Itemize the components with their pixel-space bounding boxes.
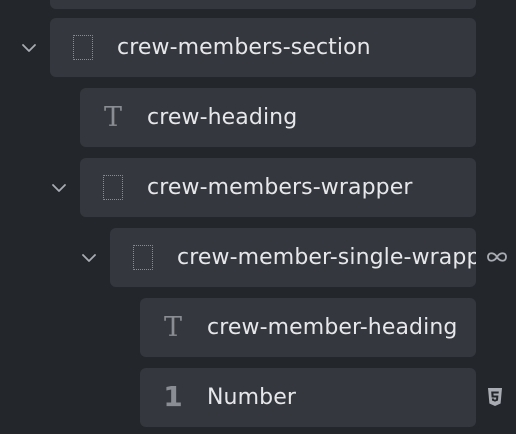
tree-item-label: crew-members-wrapper: [147, 175, 413, 200]
chevron-down-icon[interactable]: [80, 249, 98, 267]
tree-item-crew-members-wrapper[interactable]: crew-members-wrapper: [80, 158, 476, 217]
tree-item-label: crew-members-section: [117, 35, 371, 60]
css3-icon[interactable]: [486, 387, 504, 411]
tree-item-label: crew-member-heading: [207, 315, 458, 340]
text-heading-icon: T: [163, 311, 182, 343]
text-heading-icon: T: [103, 101, 122, 133]
div-block-icon: [70, 33, 96, 61]
chevron-down-icon[interactable]: [20, 39, 38, 57]
tree-item-label: Number: [207, 385, 296, 410]
div-block-icon: [130, 243, 156, 271]
tree-item-crew-heading[interactable]: T crew-heading: [80, 88, 476, 147]
tree-item-label: crew-heading: [147, 105, 298, 130]
tree-item-partial[interactable]: [50, 0, 476, 9]
tree-item-crew-member-single-wrapper[interactable]: crew-member-single-wrapper: [110, 228, 476, 287]
chevron-down-icon[interactable]: [50, 179, 68, 197]
tree-item-crew-members-section[interactable]: crew-members-section: [50, 18, 476, 77]
link-icon[interactable]: [484, 248, 510, 270]
tree-item-number[interactable]: 1 Number: [140, 368, 476, 427]
div-block-icon: [100, 173, 126, 201]
tree-item-crew-member-heading[interactable]: T crew-member-heading: [140, 298, 476, 357]
number-icon: 1: [163, 380, 183, 413]
tree-item-label: crew-member-single-wrapper: [177, 245, 476, 270]
